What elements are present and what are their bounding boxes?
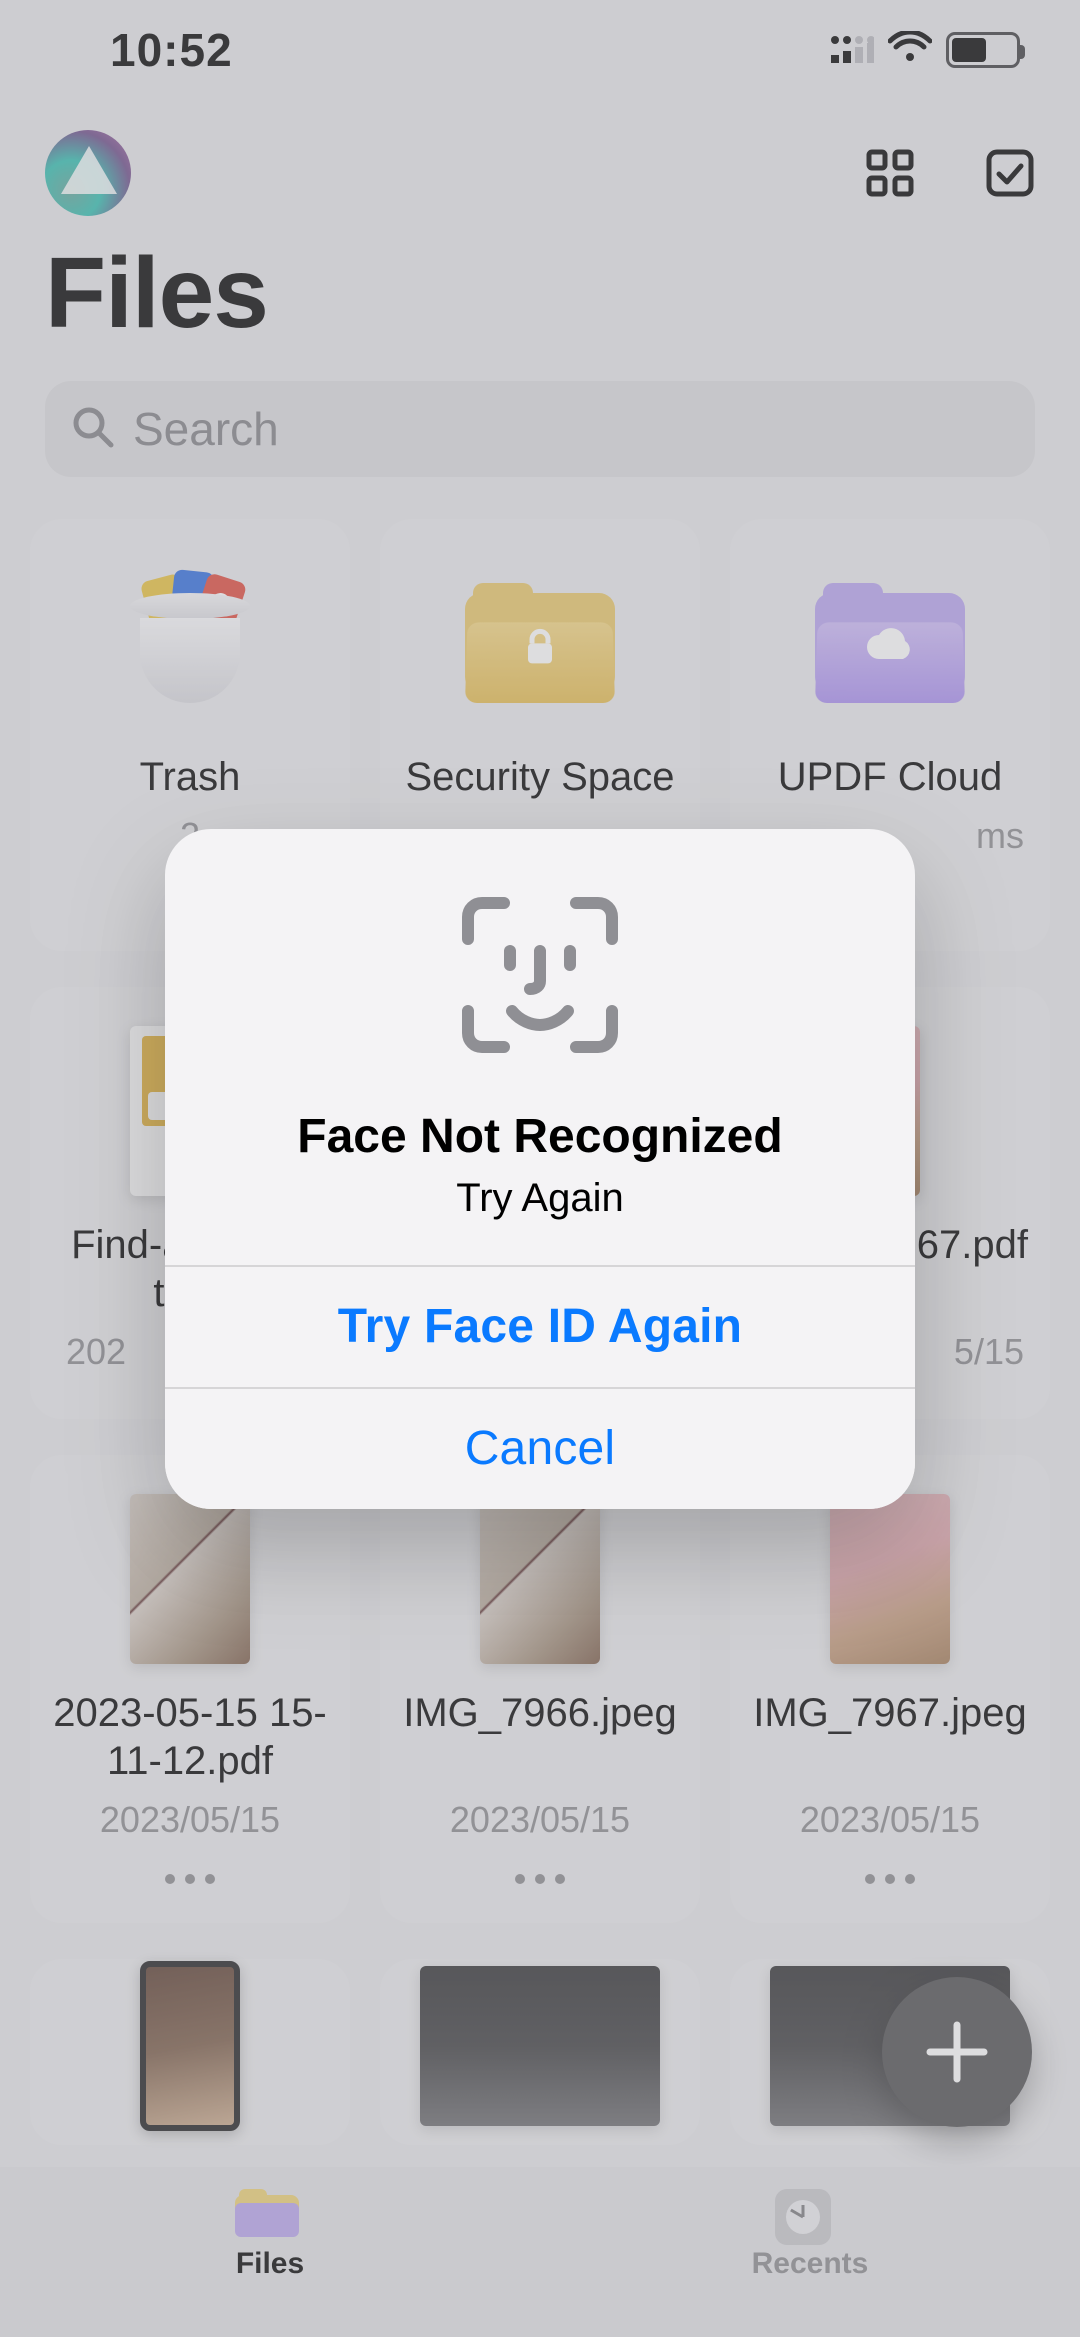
faceid-icon [450, 885, 630, 1065]
cancel-button[interactable]: Cancel [165, 1387, 915, 1509]
alert-subtitle: Try Again [205, 1176, 875, 1221]
try-face-id-again-button[interactable]: Try Face ID Again [165, 1265, 915, 1387]
screen-root: 10:52 [0, 0, 1080, 2337]
faceid-alert: Face Not Recognized Try Again Try Face I… [165, 829, 915, 1509]
alert-title: Face Not Recognized [205, 1109, 875, 1164]
